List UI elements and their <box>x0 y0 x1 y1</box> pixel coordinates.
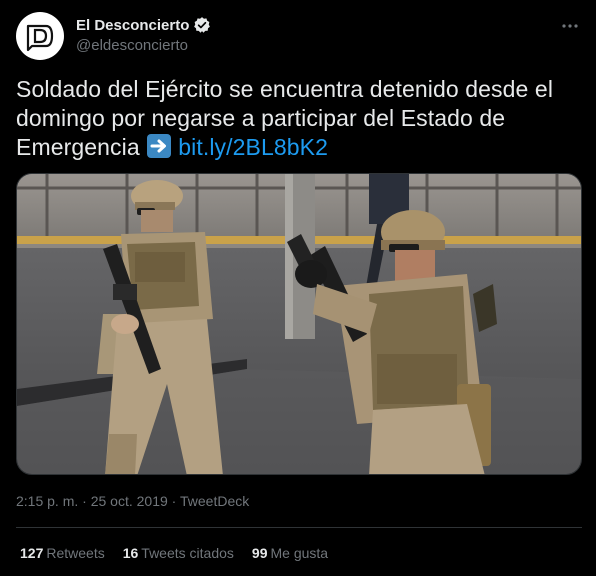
tweet-source[interactable]: TweetDeck <box>180 493 249 509</box>
tweet-stats: 127 Retweets 16 Tweets citados 99 Me gusta <box>20 545 328 561</box>
meta-separator-2: · <box>167 493 180 509</box>
likes-label: Me gusta <box>270 545 329 561</box>
arrow-right-emoji-icon <box>146 133 172 159</box>
user-handle[interactable]: @eldesconcierto <box>76 37 211 54</box>
tweet-card: El Desconcierto @eldesconcierto Soldado … <box>0 0 596 576</box>
el-desconcierto-logo-icon <box>26 24 54 52</box>
tweet-text-line-3: Emergencia bit.ly/2BL8bK2 <box>16 133 582 162</box>
tweet-text-line-1: Soldado del Ejército se encuentra deteni… <box>16 76 554 102</box>
tweet-time[interactable]: 2:15 p. m. <box>16 493 78 509</box>
likes-stat[interactable]: 99 Me gusta <box>252 545 328 561</box>
photo-illustration <box>17 174 581 474</box>
divider <box>16 527 582 528</box>
meta-separator-1: · <box>78 493 91 509</box>
tweet-photo[interactable] <box>16 173 582 475</box>
display-name[interactable]: El Desconcierto <box>76 17 189 34</box>
avatar[interactable] <box>16 12 64 60</box>
quote-tweets-label: Tweets citados <box>141 545 234 561</box>
tweet-meta: 2:15 p. m. · 25 oct. 2019 · TweetDeck <box>16 493 249 509</box>
quote-tweets-count: 16 <box>122 545 139 561</box>
more-options-button[interactable] <box>558 14 582 38</box>
tweet-text-line-2: domingo por negarse a participar del Est… <box>16 105 506 131</box>
name-row: El Desconcierto <box>76 15 211 35</box>
retweets-label: Retweets <box>46 545 105 561</box>
author-block: El Desconcierto @eldesconcierto <box>76 15 211 54</box>
tweet-link[interactable]: bit.ly/2BL8bK2 <box>178 134 328 160</box>
likes-count: 99 <box>251 545 268 561</box>
tweet-text: Soldado del Ejército se encuentra deteni… <box>16 75 582 162</box>
retweets-count: 127 <box>20 545 44 561</box>
tweet-date[interactable]: 25 oct. 2019 <box>91 493 168 509</box>
quote-tweets-stat[interactable]: 16 Tweets citados <box>123 545 234 561</box>
retweets-stat[interactable]: 127 Retweets <box>20 545 105 561</box>
verified-badge-icon <box>193 16 211 34</box>
tweet-text-line-3-text: Emergencia <box>16 134 140 160</box>
ellipsis-icon <box>562 24 578 28</box>
